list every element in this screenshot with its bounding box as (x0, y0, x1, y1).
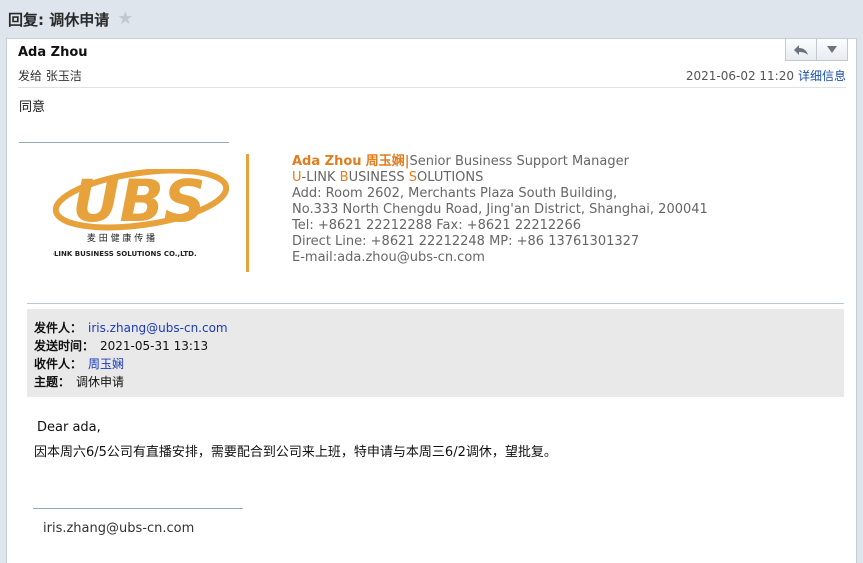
quoted-subject-label: 主题： (34, 375, 71, 389)
sender-name[interactable]: Ada Zhou (18, 45, 88, 60)
signature-title: Senior Business Support Manager (409, 154, 629, 169)
more-actions-button[interactable] (816, 39, 847, 60)
reply-arrow-icon (794, 44, 808, 55)
quoted-to-row: 收件人： 周玉娴 (34, 355, 124, 372)
quoted-signature-divider (33, 508, 243, 509)
logo-chinese-text: 麦 田 健 康 传 播 (87, 232, 155, 244)
quoted-subject: 调休申请 (76, 375, 125, 389)
email-panel: Ada Zhou 发给 张玉洁 2021-06-02 11:20 详细信息 同意 … (6, 38, 857, 563)
quoted-subject-row: 主题： 调休申请 (34, 373, 124, 390)
quoted-greeting: Dear ada, (37, 420, 101, 435)
star-icon[interactable]: ★ (117, 10, 133, 28)
signature-direct-mobile: Direct Line: +8621 22212248 MP: +86 1376… (292, 234, 640, 249)
quoted-body: 因本周六6/5公司有直播安排，需要配合到公司来上班，特申请与本周三6/2调休，望… (34, 445, 557, 460)
signature-email: E-mail:ada.zhou@ubs-cn.com (292, 250, 485, 265)
quoted-to-name[interactable]: 周玉娴 (88, 357, 124, 371)
signature-company: U-LINK BUSINESS SOLUTIONS (292, 170, 484, 185)
reply-button[interactable] (786, 39, 816, 60)
company-logo: UBS 麦 田 健 康 传 播 U-LINK BUSINESS SOLUTION… (53, 169, 229, 258)
signature-name-cn: 周玉娴 (365, 154, 405, 169)
action-buttons (785, 39, 848, 61)
signature-block: Ada Zhou 周玉娴|Senior Business Support Man… (292, 154, 708, 266)
quoted-sent-row: 发送时间： 2021-05-31 13:13 (34, 337, 208, 354)
details-link[interactable]: 详细信息 (798, 69, 846, 83)
quoted-header-box: 发件人： iris.zhang@ubs-cn.com 发送时间： 2021-05-3… (27, 309, 844, 397)
email-subject-title: 回复: 调休申请 (8, 10, 110, 29)
reply-text: 同意 (19, 100, 46, 115)
quoted-from-row: 发件人： iris.zhang@ubs-cn.com (34, 319, 228, 336)
date-text: 2021-06-02 11:20 (685, 69, 794, 83)
quoted-from-email[interactable]: iris.zhang@ubs-cn.com (88, 321, 228, 335)
quoted-sent-time: 2021-05-31 13:13 (100, 339, 209, 353)
logo-english-text: U-LINK BUSINESS SOLUTIONS CO.,LTD. (53, 250, 197, 258)
signature-tel-fax: Tel: +8621 22212288 Fax: +8621 22212266 (292, 218, 581, 233)
signature-name-line: Ada Zhou 周玉娴|Senior Business Support Man… (292, 154, 629, 169)
logo-mark: UBS (72, 169, 205, 235)
header-divider (18, 87, 846, 88)
signature-name-en: Ada Zhou (292, 154, 362, 169)
quoted-sent-label: 发送时间： (34, 339, 95, 353)
signature-address-1: Add: Room 2602, Merchants Plaza South Bu… (292, 186, 618, 201)
recipient-line: 发给 张玉洁 (18, 69, 82, 83)
signature-divider (19, 142, 229, 143)
title-bar: 回复: 调休申请 ★ (0, 0, 863, 38)
quoted-to-label: 收件人： (34, 357, 83, 371)
quoted-signature-email: iris.zhang@ubs-cn.com (43, 521, 195, 536)
signature-accent-bar (246, 154, 249, 272)
quote-divider (27, 303, 844, 304)
quoted-from-label: 发件人： (34, 321, 83, 335)
chevron-down-icon (827, 45, 837, 53)
message-date: 2021-06-02 11:20 详细信息 (686, 67, 846, 84)
signature-address-2: No.333 North Chengdu Road, Jing'an Distr… (292, 202, 708, 217)
